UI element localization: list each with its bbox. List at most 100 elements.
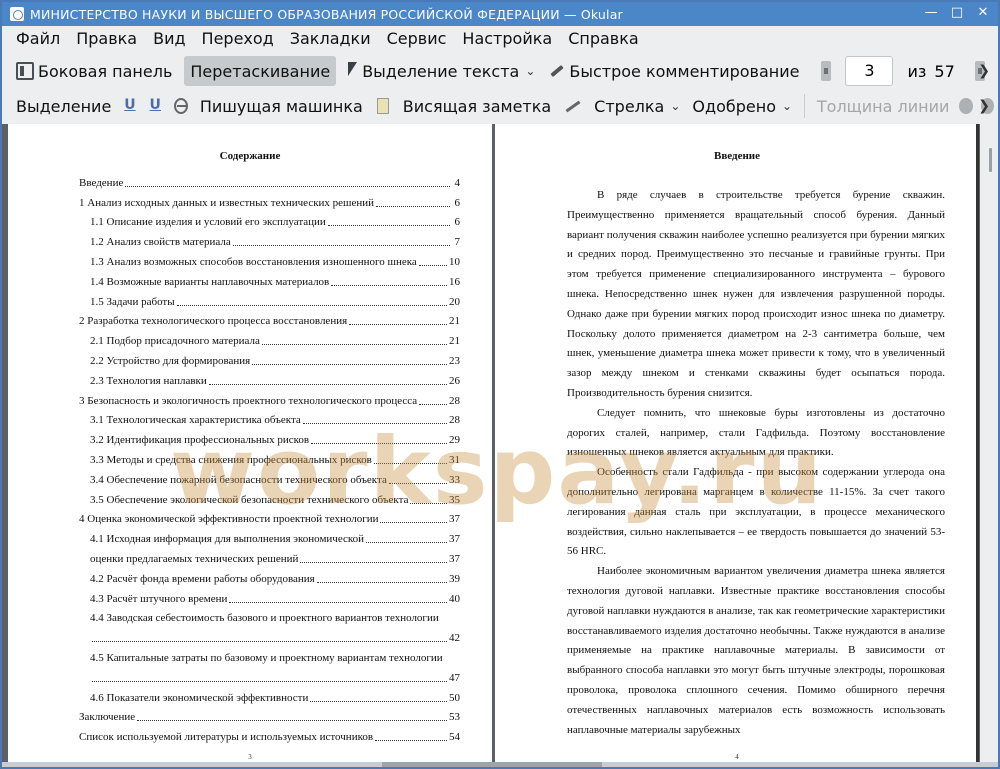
toc-entry[interactable]: 47 (79, 665, 460, 685)
toc-entry-title: 4.4 Заводская себестоимость базового и п… (90, 612, 439, 625)
toc-entry[interactable]: 1.3 Анализ возможных способов восстановл… (79, 249, 460, 269)
toc-leader-dots (388, 482, 447, 484)
chevron-down-icon[interactable]: ⌄ (782, 99, 792, 113)
toc-entry[interactable]: 1.5 Задачи работы 20 (79, 289, 460, 309)
minimize-icon[interactable]: — (924, 5, 938, 21)
toc-entry[interactable]: 42 (79, 625, 460, 645)
highlight-label: Выделение (16, 96, 112, 116)
toc-entry[interactable]: 1.1 Описание изделия и условий его экспл… (79, 210, 460, 230)
toc-entry[interactable]: 2.3 Технология наплавки 26 (79, 368, 460, 388)
underline-icon[interactable]: U (123, 97, 136, 115)
typewriter-button[interactable]: Пишущая машинка (194, 91, 369, 121)
toc-entry-page: 10 (449, 255, 460, 268)
toc-leader-dots (137, 720, 447, 722)
close-icon[interactable]: ✕ (976, 5, 990, 21)
toc-entry[interactable]: 3.4 Обеспечение пожарной безопасности те… (79, 467, 460, 487)
scrollbar-thumb[interactable] (989, 148, 992, 172)
menu-go[interactable]: Переход (194, 26, 282, 52)
toc-entry[interactable]: 4.5 Капитальные затраты по базовому и пр… (79, 645, 460, 665)
vertical-scrollbar[interactable] (980, 124, 998, 767)
horizontal-scrollbar-thumb[interactable] (382, 762, 602, 767)
sidebar-button-label: Боковая панель (38, 61, 173, 81)
toc-entry[interactable]: 4.3 Расчёт штучного времени 40 (79, 586, 460, 606)
arrow-button[interactable]: Стрелка ⌄ (588, 91, 686, 121)
toc-entry-page: 4 (454, 176, 461, 189)
toc-entry-page: 37 (449, 513, 460, 526)
previous-page-icon[interactable] (821, 61, 832, 81)
menu-file[interactable]: Файл (8, 26, 68, 52)
toc-entry[interactable]: 4.2 Расчёт фонда времени работы оборудов… (79, 566, 460, 586)
maximize-icon[interactable]: □ (950, 5, 964, 21)
menu-view[interactable]: Вид (145, 26, 193, 52)
toc-entry-page: 31 (449, 453, 460, 466)
toc-entry[interactable]: 1 Анализ исходных данных и известных тех… (79, 190, 460, 210)
document-view[interactable]: Содержание Введение 4 1 Анализ исходных да… (2, 124, 998, 767)
menu-bookmarks[interactable]: Закладки (282, 26, 379, 52)
toc-entry[interactable]: 3.5 Обеспечение экологической безопаснос… (79, 487, 460, 507)
toc-entry[interactable]: 3.2 Идентификация профессиональных риско… (79, 427, 460, 447)
toc-entry[interactable]: Список используемой литературы и использ… (79, 724, 460, 744)
menu-bar: Файл Правка Вид Переход Закладки Сервис … (2, 26, 998, 52)
toc-entry[interactable]: Заключение 53 (79, 705, 460, 725)
toc-entry-page: 42 (449, 632, 460, 645)
toc-leader-dots (261, 344, 447, 346)
toc-entry[interactable]: 3.1 Технологическая характеристика объек… (79, 408, 460, 428)
toc-entry[interactable]: 4.4 Заводская себестоимость базового и п… (79, 606, 460, 626)
toc-entry[interactable]: 4.1 Исходная информация для выполнения э… (79, 526, 460, 546)
toc-entry-page: 37 (449, 552, 460, 565)
toc-leader-dots (92, 680, 447, 682)
toc-entry-title: 3.4 Обеспечение пожарной безопасности те… (90, 473, 387, 486)
toc-entry[interactable]: 2 Разработка технологического процесса в… (79, 309, 460, 329)
strikeout-icon[interactable] (173, 98, 188, 114)
toc-entry[interactable]: 1.4 Возможные варианты наплавочных матер… (79, 269, 460, 289)
page-of-label: из (907, 61, 927, 81)
menu-edit[interactable]: Правка (68, 26, 145, 52)
toc-entry-page: 20 (449, 295, 460, 308)
document-page-4: Введение В ряде случаев в строительстве … (495, 124, 979, 767)
toc-entry-page: 26 (449, 374, 460, 387)
color-picker-icon[interactable] (959, 98, 973, 114)
toc-entry[interactable]: 1.2 Анализ свойств материала 7 (79, 229, 460, 249)
toc-entry[interactable]: 2.1 Подбор присадочного материала 21 (79, 328, 460, 348)
toc-leader-dots (176, 304, 447, 306)
horizontal-scrollbar[interactable] (2, 762, 998, 767)
squiggly-underline-icon[interactable]: U (149, 97, 162, 115)
toc-entry-title: 1.3 Анализ возможных способов восстановл… (90, 255, 417, 268)
toc-entry[interactable]: 3.3 Методы и средства снижения профессио… (79, 447, 460, 467)
highlight-button[interactable]: Выделение (10, 91, 117, 121)
stamp-button[interactable]: Одобрено ⌄ (686, 91, 798, 121)
chevron-down-icon[interactable]: ⌄ (670, 99, 680, 113)
current-page-input[interactable]: 3 (845, 56, 894, 86)
menu-tools[interactable]: Сервис (379, 26, 455, 52)
toc-leader-dots (418, 264, 447, 266)
toolbar-overflow-icon[interactable]: ❯ (978, 98, 990, 114)
toc-entry[interactable]: 2.2 Устройство для формирования 23 (79, 348, 460, 368)
toc-entry[interactable]: 4 Оценка экономической эффективности про… (79, 507, 460, 527)
sidebar-button[interactable]: Боковая панель (10, 56, 178, 86)
menu-settings[interactable]: Настройка (454, 26, 560, 52)
sticky-note-button[interactable]: Висящая заметка (397, 91, 557, 121)
chevron-down-icon[interactable]: ⌄ (525, 64, 535, 78)
toc-leader-dots (300, 561, 447, 563)
toc-entry[interactable]: Введение 4 (79, 170, 460, 190)
toc-entry-title: 4.3 Расчёт штучного времени (90, 592, 228, 605)
toc-entry-title: 2.1 Подбор присадочного материала (90, 335, 260, 348)
page-navigation: 3 из 57 (813, 56, 992, 86)
toc-heading: Содержание (219, 150, 281, 162)
paragraph: Особенность стали Гадфильда - при высоко… (567, 466, 945, 558)
toc-entry-page: 54 (449, 731, 460, 744)
toc-entry[interactable]: оценки предлагаемых технических решений 3… (79, 546, 460, 566)
okular-window: МИНИСТЕРСТВО НАУКИ И ВЫСШЕГО ОБРАЗОВАНИЯ… (0, 0, 1000, 769)
text-selection-button[interactable]: Выделение текста ⌄ (340, 56, 541, 86)
quick-comment-button[interactable]: Быстрое комментирование (541, 56, 805, 86)
paragraph: Следует помнить, что шнековые буры изгот… (567, 406, 945, 459)
menu-help[interactable]: Справка (560, 26, 647, 52)
toc-entry[interactable]: 4.6 Показатели экономической эффективнос… (79, 685, 460, 705)
toc-entry-page: 28 (449, 414, 460, 427)
toc-entry-title: 4 Оценка экономической эффективности про… (79, 513, 379, 526)
drag-mode-button[interactable]: Перетаскивание (184, 56, 337, 86)
line-width-button[interactable]: Толщина линии (811, 91, 956, 121)
toc-entry[interactable]: 3 Безопасность и экологичность проектног… (79, 388, 460, 408)
toolbar-overflow-icon[interactable]: ❯ (978, 63, 990, 79)
toolbar-separator (804, 94, 805, 118)
